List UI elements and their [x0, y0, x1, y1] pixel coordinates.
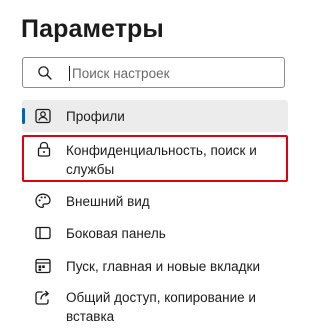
- search-box[interactable]: [22, 57, 285, 88]
- profile-icon: [35, 108, 51, 124]
- sidebar-item-label: Пуск, главная и новые вкладки: [66, 259, 260, 274]
- sidebar-item-label: Общий доступ, копирование и вставка: [66, 290, 256, 324]
- sidebar-item-profiles[interactable]: Профили: [22, 100, 288, 132]
- palette-icon: [35, 193, 51, 209]
- sidebar-item-label: Внешний вид: [66, 194, 150, 209]
- sidebar-icon: [35, 226, 51, 240]
- search-input[interactable]: [72, 63, 277, 83]
- active-indicator: [22, 108, 25, 124]
- sidebar-item-label: Конфиденциальность, поиск и службы: [66, 143, 257, 177]
- home-tabs-icon: [35, 258, 51, 274]
- sidebar-item-share-copy-paste[interactable]: Общий доступ, копирование и вставка: [22, 284, 288, 328]
- lock-icon: [37, 141, 51, 157]
- page-title: Параметры: [21, 15, 164, 43]
- sidebar-item-sidebar[interactable]: Боковая панель: [22, 218, 288, 248]
- search-icon: [38, 66, 52, 80]
- sidebar-item-label: Профили: [66, 109, 125, 124]
- share-icon: [35, 290, 49, 305]
- sidebar-item-label: Боковая панель: [66, 226, 166, 241]
- sidebar-item-start-home-tabs[interactable]: Пуск, главная и новые вкладки: [22, 251, 288, 281]
- sidebar-item-appearance[interactable]: Внешний вид: [22, 186, 288, 216]
- sidebar-item-privacy[interactable]: Конфиденциальность, поиск и службы: [22, 135, 288, 182]
- text-cursor: [69, 66, 70, 81]
